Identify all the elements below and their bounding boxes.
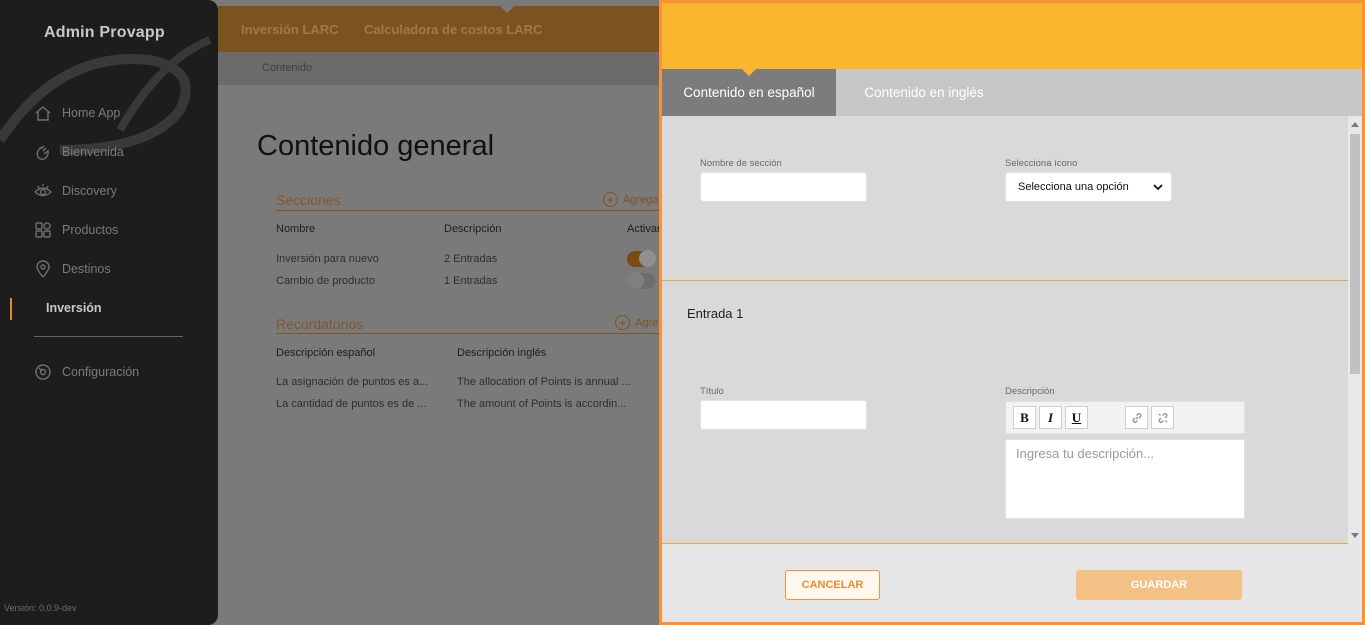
- reminder-row-en: The allocation of Points is annual ...: [457, 376, 631, 388]
- plus-circle-icon: +: [603, 192, 618, 207]
- sections-title: Secciones: [276, 192, 341, 208]
- wave-hand-icon: [36, 145, 49, 161]
- pin-icon: [36, 260, 50, 278]
- breadcrumb-item[interactable]: Contenido: [262, 62, 312, 74]
- reminder-row-en: The amount of Points is accordin...: [457, 398, 627, 410]
- sidebar-item-discovery[interactable]: Discovery: [34, 180, 117, 202]
- sidebar-item-destinos[interactable]: Destinos: [34, 258, 111, 280]
- activate-toggle[interactable]: [627, 272, 655, 289]
- sidebar-item-label: Inversión: [46, 301, 102, 315]
- active-tab-caret: [500, 6, 514, 13]
- add-section-label: Agrega: [623, 193, 659, 206]
- top-navigation: Inversión LARC Calculadora de costos LAR…: [218, 6, 668, 52]
- active-nav-indicator: [10, 298, 12, 320]
- cancel-button[interactable]: CANCELAR: [785, 570, 880, 600]
- sidebar-item-productos[interactable]: Productos: [34, 219, 118, 241]
- column-header: Descripción: [444, 223, 502, 235]
- icon-select-label: Selecciona ícono: [1005, 158, 1078, 169]
- home-icon: [35, 106, 51, 121]
- panel-form: Nombre de sección Selecciona ícono Selec…: [662, 116, 1362, 544]
- sidebar: Admin Provapp Home App Bienvenida Discov…: [0, 0, 218, 625]
- tab-inversion-larc[interactable]: Inversión LARC: [241, 22, 339, 37]
- icon-select-value: Selecciona una opción: [1018, 181, 1129, 193]
- link-button[interactable]: [1125, 406, 1148, 429]
- tab-calculadora-costos[interactable]: Calculadora de costos LARC: [364, 22, 542, 37]
- description-editor[interactable]: Ingresa tu descripción...: [1005, 439, 1245, 519]
- sidebar-item-label: Destinos: [62, 262, 111, 276]
- tab-english-content[interactable]: Contenido en inglés: [836, 69, 1012, 116]
- reminder-row-es: La asignación de puntos es a...: [276, 376, 429, 388]
- grid-icon: [35, 222, 51, 238]
- title-label: Título: [700, 386, 724, 397]
- section-name-label: Nombre de sección: [700, 158, 782, 169]
- sidebar-item-configuracion[interactable]: Configuración: [34, 361, 139, 383]
- description-placeholder: Ingresa tu descripción...: [1016, 446, 1155, 461]
- column-header: Activar: [627, 223, 661, 235]
- section-row-name: Inversión para nuevo: [276, 253, 379, 265]
- section-row-name: Cambio de producto: [276, 275, 376, 287]
- add-reminder-button[interactable]: + Agre: [615, 315, 658, 330]
- column-header: Nombre: [276, 223, 316, 235]
- section-name-input[interactable]: [700, 172, 867, 202]
- app-title: Admin Provapp: [44, 24, 165, 41]
- tab-spanish-content[interactable]: Contenido en español: [662, 69, 836, 116]
- scrollbar-thumb[interactable]: [1350, 134, 1360, 374]
- bold-button[interactable]: B: [1013, 406, 1036, 429]
- underline-button[interactable]: U: [1065, 406, 1088, 429]
- tab-label: Contenido en inglés: [864, 85, 984, 100]
- form-divider: [662, 280, 1348, 281]
- plus-circle-icon: +: [615, 315, 630, 330]
- description-label: Descripción: [1005, 386, 1055, 397]
- page-title: Contenido general: [257, 130, 495, 162]
- section-row-desc: 2 Entradas: [444, 253, 498, 265]
- add-section-button[interactable]: + Agrega: [603, 192, 658, 207]
- eye-icon: [34, 184, 52, 197]
- unlink-icon: [1158, 412, 1167, 423]
- sidebar-item-label: Configuración: [62, 365, 140, 379]
- sidebar-item-bienvenida[interactable]: Bienvenida: [34, 141, 124, 163]
- section-row-desc: 1 Entradas: [444, 275, 498, 287]
- italic-button[interactable]: I: [1039, 406, 1062, 429]
- reminders-title: Recordatorios: [276, 316, 364, 332]
- save-button[interactable]: GUARDAR: [1076, 570, 1242, 600]
- icon-select[interactable]: Selecciona una opción: [1005, 172, 1172, 202]
- panel-header: [662, 3, 1362, 69]
- column-header: Descripción español: [276, 347, 376, 359]
- sidebar-divider: [34, 336, 183, 337]
- link-icon: [1132, 412, 1141, 423]
- editor-toolbar: B I U: [1005, 401, 1245, 434]
- reminder-row-es: La cantidad de puntos es de ...: [276, 398, 427, 410]
- tab-label: Contenido en español: [683, 85, 815, 100]
- sidebar-item-home-app[interactable]: Home App: [34, 102, 120, 124]
- sidebar-item-inversion[interactable]: Inversión: [46, 297, 102, 319]
- section-divider: [276, 210, 668, 211]
- scroll-up-icon[interactable]: [1351, 122, 1359, 127]
- version-label: Versión: 0.0.9-dev: [4, 603, 77, 613]
- title-input[interactable]: [700, 400, 867, 430]
- edit-section-panel: Contenido en español Contenido en inglés…: [659, 0, 1365, 625]
- scroll-down-icon[interactable]: [1351, 533, 1359, 538]
- sidebar-item-label: Bienvenida: [62, 145, 124, 159]
- column-header: Descripción inglés: [457, 347, 547, 359]
- panel-footer: CANCELAR GUARDAR: [662, 544, 1362, 622]
- active-tab-caret: [742, 69, 756, 76]
- add-reminder-label: Agre: [635, 316, 659, 329]
- sidebar-item-label: Home App: [62, 106, 121, 120]
- unlink-button[interactable]: [1151, 406, 1174, 429]
- main-content: Contenido general Secciones + Agrega Nom…: [218, 85, 668, 625]
- toggle-knob: [639, 250, 656, 267]
- sidebar-item-label: Discovery: [62, 184, 117, 198]
- gear-icon: [35, 364, 51, 380]
- sidebar-item-label: Productos: [62, 223, 119, 237]
- entry-title: Entrada 1: [687, 306, 744, 321]
- language-tabs: Contenido en español Contenido en inglés: [662, 69, 1362, 116]
- activate-toggle[interactable]: [627, 250, 656, 267]
- breadcrumb: Contenido: [218, 52, 668, 85]
- toggle-knob: [627, 272, 644, 289]
- section-divider: [276, 333, 668, 334]
- chevron-down-icon: [1153, 184, 1163, 191]
- panel-scrollbar[interactable]: [1348, 116, 1362, 544]
